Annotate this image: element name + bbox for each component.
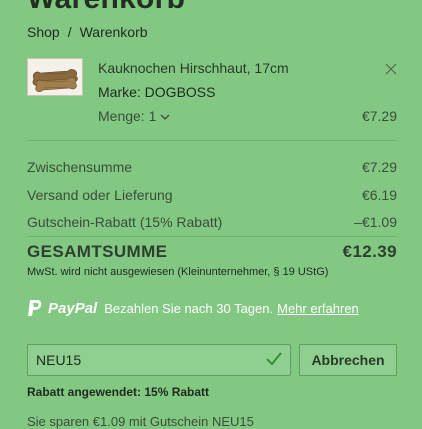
breadcrumb: Shop / Warenkorb: [27, 24, 148, 40]
coupon-code-input[interactable]: [27, 344, 291, 376]
subtotal-label: Zwischensumme: [27, 159, 133, 175]
quantity-select[interactable]: Menge: 1: [98, 108, 170, 124]
paypal-banner: PayPal Bezahlen Sie nach 30 Tagen. Mehr …: [27, 299, 359, 317]
total-row: GESAMTSUMME €12.39: [27, 242, 397, 262]
divider: [27, 140, 397, 141]
dog-chew-bone-icon: [32, 69, 78, 92]
shipping-label: Versand oder Lieferung: [27, 187, 173, 203]
check-icon: [265, 351, 283, 367]
breadcrumb-shop-link[interactable]: Shop: [27, 24, 60, 40]
divider: [27, 236, 397, 237]
cancel-coupon-button[interactable]: Abbrechen: [299, 344, 397, 376]
subtotal-row: Zwischensumme €7.29: [27, 159, 397, 175]
product-brand: Marke: DOGBOSS: [98, 84, 216, 100]
discount-value: –€1.09: [354, 214, 397, 230]
discount-row: Gutschein-Rabatt (15% Rabatt) –€1.09: [27, 214, 397, 230]
total-value: €12.39: [342, 242, 397, 261]
total-label: GESAMTSUMME: [27, 242, 168, 261]
chevron-down-icon: [160, 108, 170, 124]
product-name[interactable]: Kauknochen Hirschhaut, 17cm: [98, 60, 289, 76]
page-title: Warenkorb: [27, 0, 185, 16]
breadcrumb-current: Warenkorb: [79, 24, 148, 40]
tax-note: MwSt. wird nicht ausgewiesen (Kleinunter…: [27, 266, 329, 278]
product-image[interactable]: [27, 58, 83, 96]
breadcrumb-separator: /: [67, 24, 72, 40]
shipping-value: €6.19: [361, 187, 397, 203]
paypal-logo-icon: [27, 299, 43, 317]
discount-label: Gutschein-Rabatt (15% Rabatt): [27, 214, 223, 230]
subtotal-value: €7.29: [361, 159, 397, 175]
discount-applied-text: Rabatt angewendet: 15% Rabatt: [27, 385, 210, 399]
item-price: €7.29: [361, 108, 397, 124]
remove-item-icon[interactable]: [383, 61, 399, 77]
quantity-label: Menge: 1: [98, 108, 157, 124]
paypal-wordmark: PayPal: [48, 299, 98, 317]
paypal-text: Bezahlen Sie nach 30 Tagen.: [104, 300, 274, 316]
learn-more-link[interactable]: Mehr erfahren: [277, 301, 359, 316]
shipping-row: Versand oder Lieferung €6.19: [27, 187, 397, 203]
